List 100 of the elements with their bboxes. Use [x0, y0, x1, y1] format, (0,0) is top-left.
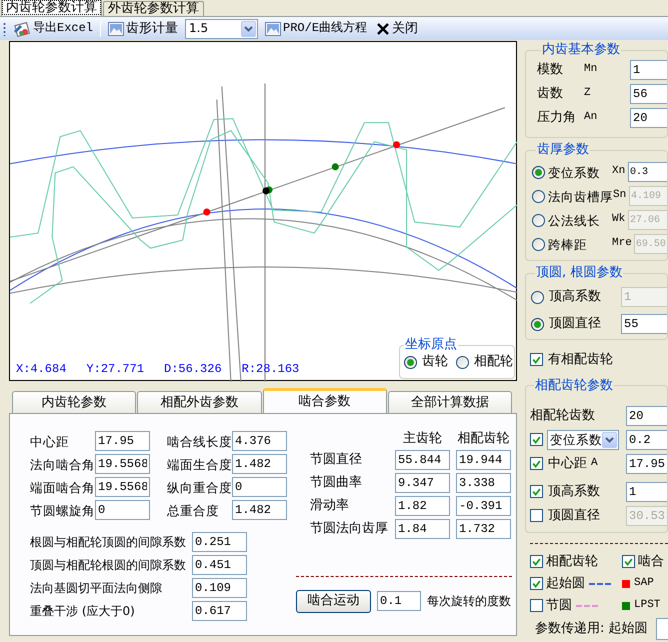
group-title: 齿厚参数 — [536, 143, 590, 157]
input-field[interactable]: 0.2 — [626, 430, 667, 450]
group-title: 顶圆, 根圆参数 — [535, 266, 624, 280]
option-radio[interactable]: 变位系数 — [532, 164, 612, 180]
display-checkbox[interactable]: 相配齿轮 — [530, 554, 598, 570]
field-label: 重叠干涉 (应大于0) — [30, 604, 136, 618]
checkmark-icon — [531, 458, 542, 470]
panel-tab[interactable]: 内齿轮参数 — [12, 391, 136, 413]
toolbar-button[interactable]: PRO/E曲线方程 — [263, 18, 370, 38]
symbol-label: Wk — [612, 213, 626, 227]
field-label: 滑动率 — [310, 498, 350, 514]
column-header: 主齿轮 — [402, 431, 443, 447]
mesh-motion-button[interactable]: 啮合运动 — [296, 590, 371, 613]
caret-icon[interactable] — [602, 432, 617, 448]
toolbar-grip-icon — [3, 22, 6, 36]
input-field[interactable]: 0 — [95, 500, 150, 520]
input-field[interactable]: 55.844 — [395, 450, 450, 470]
panel-tab[interactable]: 啮合参数 — [262, 388, 387, 413]
toolbar-button[interactable]: 齿形计量 — [106, 18, 180, 38]
input-field[interactable]: 1 — [626, 482, 667, 502]
input-field[interactable]: 20 — [630, 108, 667, 128]
field-label: 根圆与相配轮顶圆的间隙系数 — [30, 534, 187, 550]
input-field[interactable]: 0 — [232, 477, 287, 497]
field-label: 纵向重合度 — [167, 480, 232, 494]
symbol-label: An — [584, 111, 598, 125]
field-label: 啮合线长度 — [167, 434, 232, 448]
option-checkbox[interactable]: 顶高系数 — [530, 484, 600, 500]
input-field[interactable]: -0.391 — [456, 496, 511, 516]
field-label: 顶圆与相配轮根圆的间隙系数 — [30, 558, 187, 572]
input-field[interactable]: 17.95 — [626, 454, 667, 474]
picture-icon — [265, 22, 282, 36]
display-checkbox[interactable]: 啮合 — [622, 554, 664, 570]
group-title: 内齿基本参数 — [541, 43, 621, 57]
symbol-label: Z — [584, 87, 592, 101]
input-field[interactable]: 4.376 — [232, 431, 287, 451]
symbol-label: Xn — [612, 165, 626, 179]
pass-label: 参数传递用: 起始圆 — [535, 620, 648, 636]
group-title: 相配齿轮参数 — [534, 378, 614, 393]
field-label: 模数 — [537, 62, 564, 78]
input-field[interactable]: 56 — [630, 84, 667, 104]
input-field[interactable]: 1 — [630, 60, 667, 80]
option-radio[interactable]: 顶圆直径 — [531, 316, 621, 332]
input-field[interactable]: 0.617 — [192, 601, 247, 621]
option-checkbox[interactable] — [530, 433, 543, 446]
field-label: 节圆法向齿厚 — [310, 520, 389, 536]
input-field[interactable]: 0.251 — [192, 532, 247, 552]
field-label: 节圆螺旋角 — [30, 502, 95, 518]
column-header: 相配齿轮 — [456, 431, 510, 447]
field-label: 法向啮合角 — [30, 456, 95, 472]
zoom-dropdown[interactable]: 1.5 — [185, 18, 258, 38]
input-field[interactable]: 19.944 — [456, 450, 511, 470]
panel-tab[interactable]: 相配外齿参数 — [137, 391, 262, 413]
display-checkbox[interactable]: 起始圆 — [530, 576, 585, 592]
field-label: 端面生合度 — [167, 456, 232, 472]
input-field[interactable]: 0.109 — [192, 578, 247, 598]
field-label: 法向基圆切平面法向侧隙 — [30, 580, 163, 596]
input-field[interactable]: 0.1 — [377, 591, 421, 612]
symbol-label: Sn — [613, 189, 627, 203]
parameter-dropdown[interactable]: 变位系数 — [547, 430, 619, 450]
input-field[interactable]: 1.82 — [395, 496, 450, 516]
field-label: 齿数 — [537, 86, 564, 102]
checkmark-icon — [531, 556, 542, 568]
coordinate-readout: X:4.684 — [16, 362, 66, 376]
input-field[interactable]: 20 — [626, 406, 667, 426]
group-title: 坐标原点 — [404, 338, 458, 352]
export-excel-button[interactable]: 导出Excel — [11, 18, 96, 38]
input-field[interactable]: 1.482 — [232, 454, 287, 474]
origin-radio[interactable]: 齿轮 — [404, 354, 448, 370]
close-button[interactable]: 关闭 — [374, 18, 420, 38]
field-label: 节圆直径 — [310, 452, 363, 468]
symbol-label: Mre — [612, 237, 632, 251]
display-checkbox[interactable]: 节圆 — [530, 598, 572, 614]
checkmark-icon — [623, 556, 634, 568]
panel-tab[interactable]: 全部计算数据 — [388, 391, 512, 413]
caret-icon[interactable] — [241, 20, 256, 36]
input-field[interactable]: 0.3 — [628, 162, 667, 182]
origin-radio[interactable]: 相配轮 — [456, 354, 513, 370]
input-field[interactable]: 1.732 — [456, 518, 511, 539]
input-field[interactable]: 3.338 — [456, 472, 511, 493]
field-label: 压力角 — [537, 110, 577, 126]
field-label: 相配轮齿数 — [530, 408, 595, 424]
checkmark-icon — [531, 486, 542, 498]
window-tab[interactable]: 外齿轮参数计算 — [103, 1, 204, 16]
field-label: 端面啮合角 — [30, 480, 95, 494]
option-checkbox[interactable]: 中心距 — [530, 456, 587, 472]
legend-label: LPST — [634, 599, 660, 612]
symbol-label: Mn — [584, 63, 598, 77]
input-field[interactable]: 55 — [621, 314, 667, 334]
input-field[interactable]: 1.482 — [232, 500, 287, 520]
checkmark-icon — [531, 354, 542, 366]
input-field[interactable]: 17.95 — [95, 431, 150, 451]
checkmark-icon — [531, 434, 542, 446]
input-field[interactable]: 0.451 — [192, 555, 247, 575]
input-field[interactable]: 9.347 — [395, 472, 450, 493]
checkmark-icon — [531, 578, 542, 590]
coordinate-readout: D:56.326 — [164, 362, 222, 376]
mate-gear-checkbox[interactable]: 有相配齿轮 — [530, 352, 613, 368]
window-tab[interactable]: 内齿轮参数计算 — [1, 0, 102, 16]
input-field[interactable]: 1.84 — [395, 518, 450, 539]
legend-label: SAP — [634, 577, 654, 590]
